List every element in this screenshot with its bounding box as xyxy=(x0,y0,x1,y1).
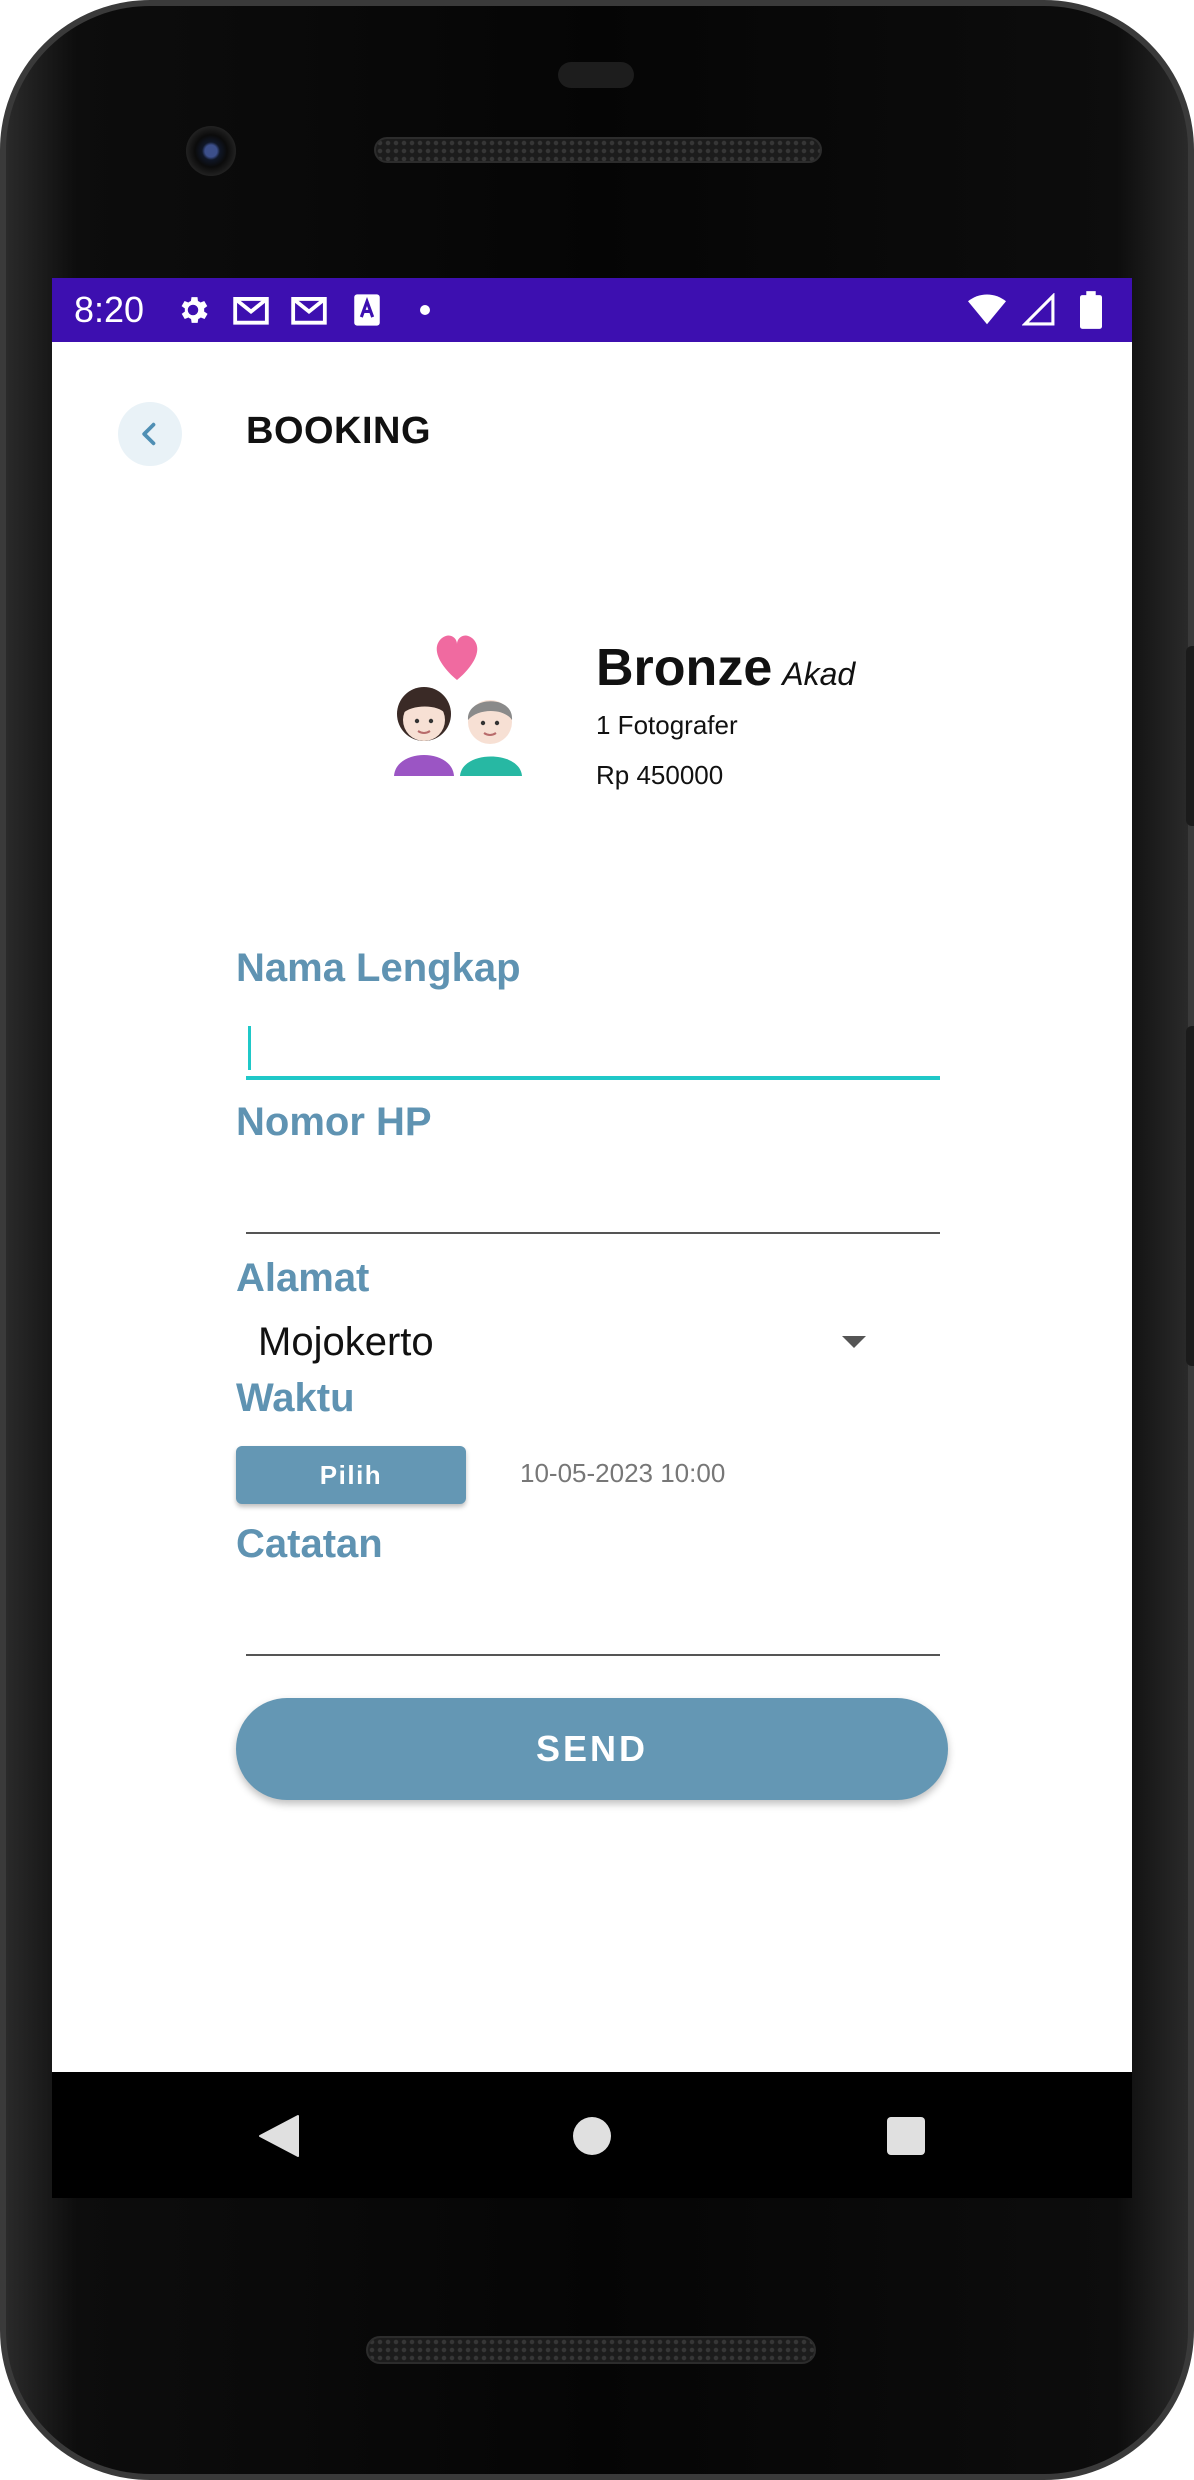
gmail-icon xyxy=(288,290,330,330)
bottom-speaker xyxy=(366,2336,816,2364)
keyboard-a-icon xyxy=(346,290,388,330)
wifi-icon xyxy=(966,290,1008,330)
send-button[interactable]: SEND xyxy=(236,1698,948,1800)
home-circle-icon[interactable] xyxy=(570,2112,614,2160)
dot-icon xyxy=(404,290,446,330)
earpiece-speaker xyxy=(374,137,822,163)
notes-field[interactable] xyxy=(246,1596,940,1656)
power-button xyxy=(1186,646,1194,826)
package-price: Rp 450000 xyxy=(596,760,724,790)
selected-datetime: 10-05-2023 10:00 xyxy=(520,1458,726,1488)
phone-input[interactable] xyxy=(246,1174,940,1230)
phone-label: Nomor HP xyxy=(236,1100,432,1144)
pick-time-button[interactable]: Pilih xyxy=(236,1446,466,1504)
package-name: Bronze Akad xyxy=(596,638,855,698)
notification-icons xyxy=(172,290,446,330)
navigation-bar xyxy=(52,2072,1132,2198)
time-label: Waktu xyxy=(236,1376,355,1420)
status-bar: 8:20 xyxy=(52,278,1132,342)
full-name-input[interactable] xyxy=(246,1020,940,1076)
notes-input[interactable] xyxy=(246,1596,940,1652)
phone-field[interactable] xyxy=(246,1174,940,1234)
package-photographer: 1 Fotografer xyxy=(596,710,738,740)
notes-label: Catatan xyxy=(236,1522,383,1566)
system-status-icons xyxy=(966,290,1112,330)
address-label: Alamat xyxy=(236,1256,370,1300)
phone-underline xyxy=(246,1232,940,1234)
full-name-underline xyxy=(246,1076,940,1080)
address-selected-value: Mojokerto xyxy=(258,1319,434,1364)
package-summary: Bronze Akad 1 Fotografer Rp 450000 xyxy=(52,618,1132,818)
address-dropdown[interactable]: Mojokerto xyxy=(236,1312,896,1372)
package-name-text: Bronze xyxy=(596,639,773,697)
notes-underline xyxy=(246,1654,940,1656)
battery-icon xyxy=(1070,290,1112,330)
recents-square-icon[interactable] xyxy=(884,2112,928,2160)
proximity-sensor xyxy=(558,62,634,88)
dropdown-arrow-icon xyxy=(842,1336,866,1348)
front-camera xyxy=(186,126,236,176)
signal-icon xyxy=(1018,290,1060,330)
back-triangle-icon[interactable] xyxy=(256,2112,300,2160)
chevron-left-icon xyxy=(142,422,156,446)
gmail-icon xyxy=(230,290,272,330)
full-name-field[interactable] xyxy=(246,1020,940,1080)
text-caret xyxy=(248,1026,251,1070)
back-button[interactable] xyxy=(118,402,182,466)
volume-button xyxy=(1186,1026,1194,1366)
app-screen: 8:20 BOOKING Bronze Akad 1 Fotografer Rp… xyxy=(52,278,1132,2072)
full-name-label: Nama Lengkap xyxy=(236,946,521,990)
gear-icon xyxy=(172,290,214,330)
app-bar: BOOKING xyxy=(52,342,1132,502)
package-type: Akad xyxy=(782,656,856,692)
page-title: BOOKING xyxy=(246,410,432,452)
couple-with-heart-icon xyxy=(394,635,522,776)
status-time: 8:20 xyxy=(74,289,145,330)
